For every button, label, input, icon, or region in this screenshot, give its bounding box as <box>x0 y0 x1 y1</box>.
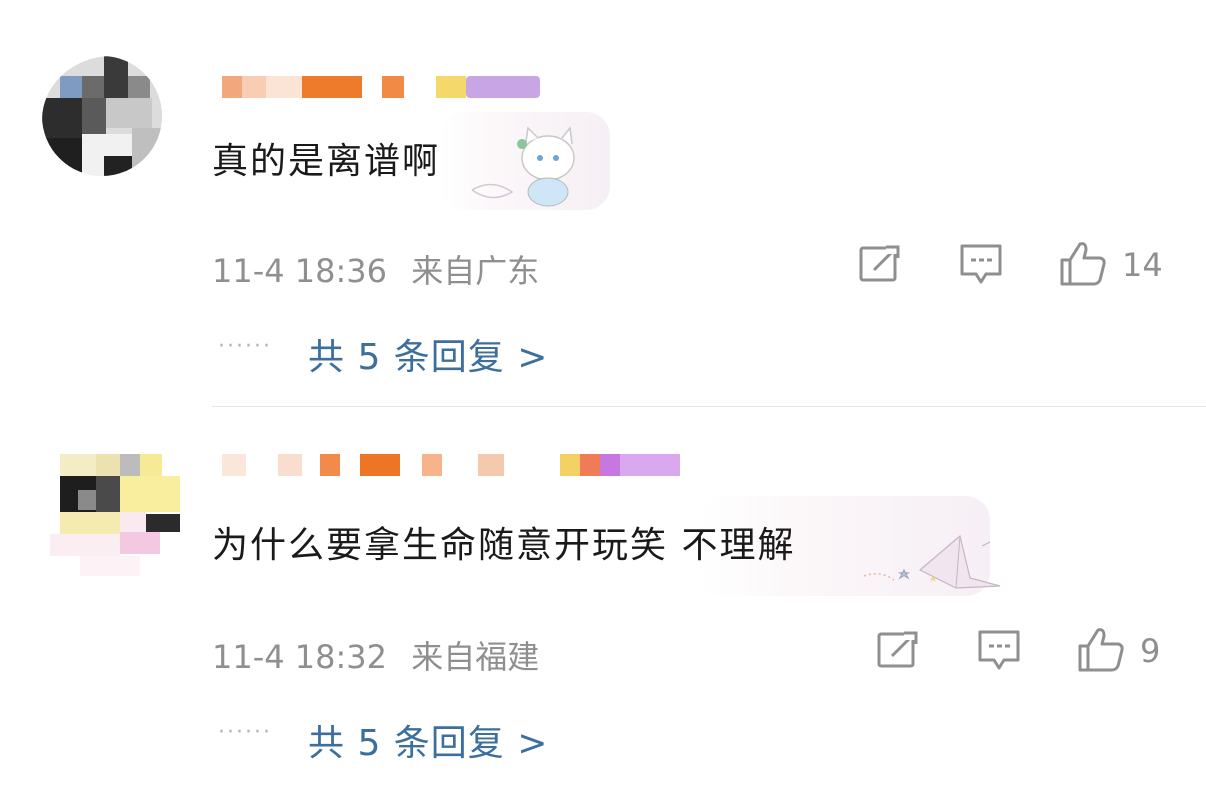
comment-item: V 真的是离谱啊 11-4 18:36 来自广东 <box>0 0 1206 405</box>
thumbs-up-icon[interactable] <box>1058 240 1108 286</box>
paper-crane-sticker-icon <box>863 534 1001 589</box>
ellipsis-icon: ······ <box>218 720 272 745</box>
comment-divider <box>212 406 1206 407</box>
comment-text: 为什么要拿生命随意开玩笑 不理解 <box>212 525 796 566</box>
avatar[interactable] <box>50 454 182 578</box>
avatar[interactable]: V <box>42 56 182 184</box>
comment-text: 真的是离谱啊 <box>212 141 441 182</box>
cat-sticker-icon <box>471 126 575 207</box>
view-replies-link[interactable]: 共 5 条回复 > <box>308 714 548 766</box>
username-blurred[interactable] <box>222 76 542 98</box>
location: 来自广东 <box>411 252 540 290</box>
comment-icon[interactable] <box>976 628 1022 672</box>
ellipsis-icon: ······ <box>218 334 272 359</box>
timestamp: 11-4 18:36 <box>212 252 388 290</box>
username-blurred[interactable] <box>222 454 682 476</box>
view-replies-link[interactable]: 共 5 条回复 > <box>308 328 548 380</box>
comment-meta: 11-4 18:36 来自广东 <box>212 246 539 292</box>
like-count: 9 <box>1140 632 1161 670</box>
share-icon[interactable] <box>876 630 920 670</box>
share-icon[interactable] <box>858 244 902 284</box>
location: 来自福建 <box>411 638 540 676</box>
comment-meta: 11-4 18:32 来自福建 <box>212 632 539 678</box>
thumbs-up-icon[interactable] <box>1076 626 1126 672</box>
timestamp: 11-4 18:32 <box>212 638 388 676</box>
comment-icon[interactable] <box>958 242 1004 286</box>
like-count: 14 <box>1122 246 1163 284</box>
